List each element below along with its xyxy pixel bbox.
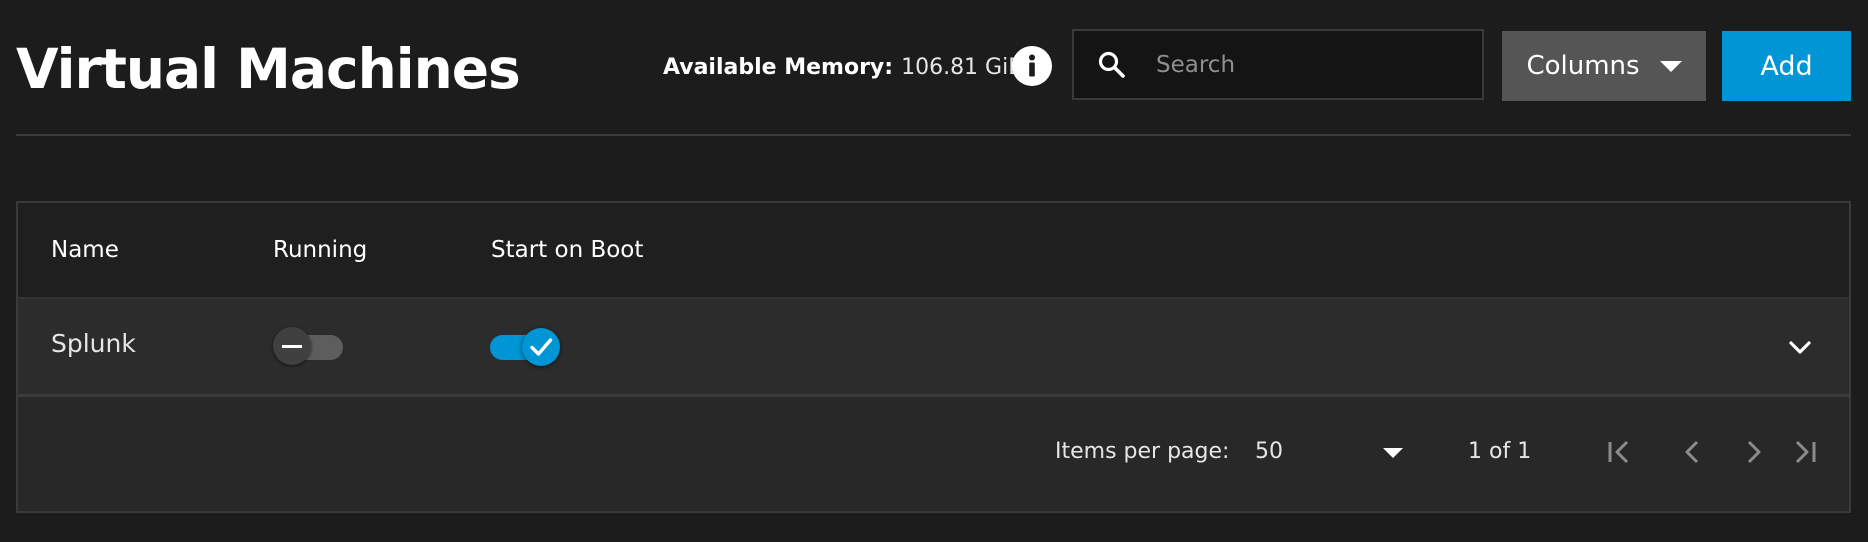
vm-name: Splunk — [51, 329, 136, 358]
add-button[interactable]: Add — [1722, 31, 1851, 101]
previous-page-button[interactable] — [1676, 435, 1710, 469]
table-header: Name Running Start on Boot — [18, 203, 1849, 299]
caret-down-icon — [1659, 60, 1682, 72]
available-memory-label: Available Memory: — [663, 54, 894, 80]
available-memory-value: 106.81 GiB — [901, 54, 1024, 80]
chevron-right-icon — [1747, 440, 1761, 464]
items-per-page-select[interactable]: 50 — [1255, 431, 1409, 471]
first-page-button[interactable] — [1602, 435, 1636, 469]
virtual-machines-page: Virtual Machines Available Memory: 106.8… — [0, 0, 1868, 542]
page-range-label: 1 of 1 — [1468, 439, 1532, 464]
items-per-page-label: Items per page: — [1055, 439, 1230, 464]
column-header-start-on-boot[interactable]: Start on Boot — [491, 237, 643, 263]
column-header-running[interactable]: Running — [273, 237, 367, 263]
chevron-down-icon[interactable] — [1784, 331, 1816, 363]
check-icon — [530, 338, 553, 356]
page-title: Virtual Machines — [16, 37, 521, 101]
running-toggle[interactable] — [273, 327, 343, 365]
add-button-label: Add — [1760, 50, 1813, 82]
last-page-button[interactable] — [1788, 435, 1822, 469]
items-per-page-value: 50 — [1255, 439, 1283, 464]
vm-table: Name Running Start on Boot Splunk Items … — [16, 201, 1851, 513]
info-icon[interactable] — [1012, 46, 1052, 86]
start-on-boot-toggle[interactable] — [490, 328, 580, 370]
columns-button[interactable]: Columns — [1502, 31, 1706, 101]
available-memory: Available Memory: 106.81 GiB — [663, 48, 1023, 86]
header-divider — [16, 134, 1851, 136]
columns-button-label: Columns — [1526, 51, 1640, 81]
last-page-icon — [1795, 440, 1816, 464]
chevron-left-icon — [1685, 440, 1699, 464]
column-header-name[interactable]: Name — [51, 237, 119, 263]
first-page-icon — [1608, 440, 1629, 464]
search-icon — [1098, 51, 1125, 78]
search-input[interactable] — [1156, 34, 1482, 95]
paginator: Items per page: 50 1 of 1 — [18, 397, 1849, 511]
search-box — [1072, 29, 1484, 100]
table-row[interactable]: Splunk — [18, 299, 1849, 397]
start-on-boot-toggle-thumb — [522, 328, 560, 366]
next-page-button[interactable] — [1736, 435, 1770, 469]
caret-down-icon — [1383, 448, 1403, 458]
minus-icon — [273, 327, 311, 365]
